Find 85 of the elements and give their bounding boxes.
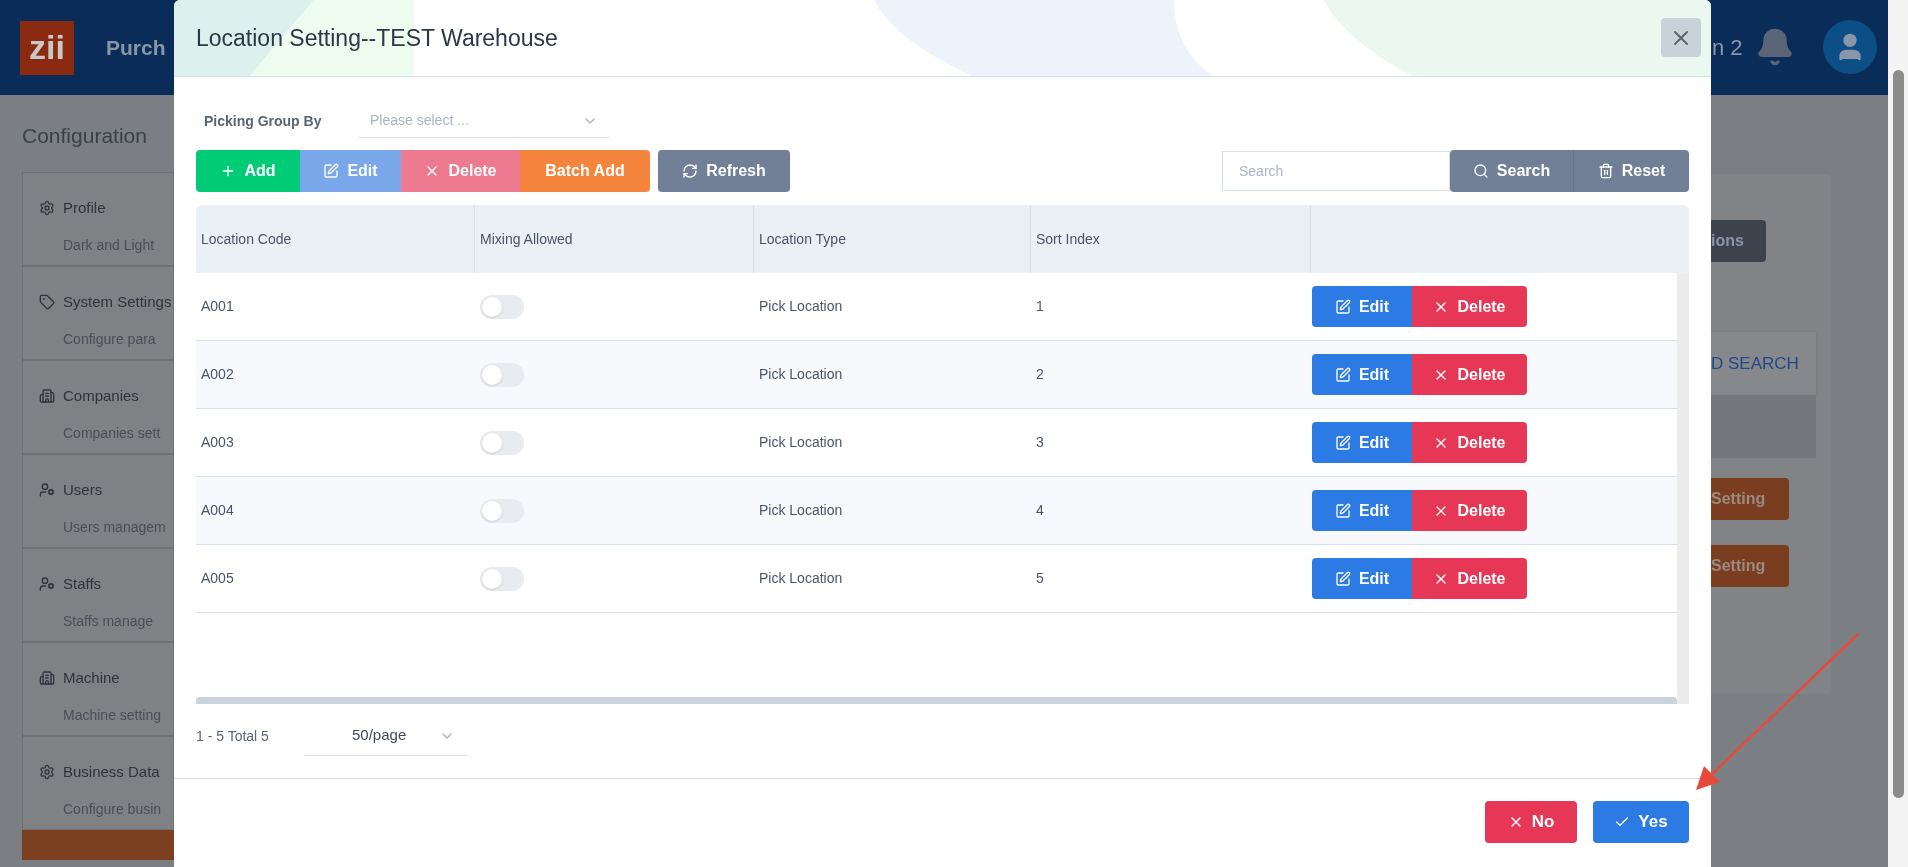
row-edit-button[interactable]: Edit [1312, 354, 1412, 395]
table-cell-text: Pick Location [759, 501, 843, 520]
scrollbar[interactable] [1888, 0, 1908, 867]
tag-icon [39, 293, 55, 310]
user-icon [39, 481, 55, 498]
dialog-title: Location Setting--TEST Warehouse [196, 23, 558, 53]
header-text: n 2 [1712, 33, 1743, 62]
vertical-scrollbar[interactable] [1677, 273, 1689, 704]
row-delete-button[interactable]: Delete [1412, 558, 1527, 599]
card-title: Staffs [63, 573, 102, 594]
options-button[interactable]: ions [1711, 220, 1766, 262]
setting-button[interactable]: Setting [1711, 478, 1789, 520]
row-delete-button[interactable]: Delete [1412, 490, 1527, 531]
pagination-summary: 1 - 5 Total 5 [196, 726, 270, 746]
refresh-icon [682, 163, 699, 179]
table-cell-text: A003 [201, 433, 234, 452]
table-cell-text: A004 [201, 501, 234, 520]
edit-icon [1334, 434, 1351, 451]
toggle-switch[interactable] [480, 294, 524, 319]
toolbar-button[interactable]: Delete [401, 150, 520, 192]
building-icon [39, 387, 55, 404]
card-title: Companies [63, 385, 139, 406]
select-field[interactable]: Please select ... [358, 104, 610, 138]
toggle-switch[interactable] [480, 362, 524, 387]
edit-icon [1334, 502, 1351, 519]
yes-button[interactable]: Yes [1593, 801, 1689, 843]
table-cell-text: Pick Location [759, 365, 843, 384]
gear-icon [39, 763, 55, 780]
column-header: Mixing Allowed [480, 229, 573, 249]
table-cell-text: Pick Location [759, 433, 843, 452]
page-heading: Configuration [22, 123, 148, 149]
sidebar-card[interactable] [22, 829, 174, 860]
row-edit-button[interactable]: Edit [1312, 286, 1412, 327]
row-edit-button[interactable]: Edit [1312, 490, 1412, 531]
search-field[interactable]: Search [1222, 151, 1450, 191]
table-cell-text: A001 [201, 297, 234, 316]
edit-icon [1334, 570, 1351, 587]
table-cell-text: 2 [1036, 365, 1044, 384]
horizontal-scrollbar[interactable] [196, 697, 1677, 704]
card-title: Profile [63, 197, 106, 218]
user-icon [39, 575, 55, 592]
toolbar-button[interactable]: Batch Add [520, 150, 650, 192]
app-title: Purch [106, 34, 166, 61]
row-edit-button[interactable]: Edit [1312, 558, 1412, 599]
brand-logo: zii [20, 20, 74, 75]
toolbar-button[interactable]: Edit [300, 150, 401, 192]
edit-icon [1334, 298, 1351, 315]
toggle-switch[interactable] [480, 566, 524, 591]
table-cell-text: 4 [1036, 501, 1044, 520]
gear-icon [39, 199, 55, 216]
column-header: Sort Index [1036, 229, 1100, 249]
table-cell-text: Pick Location [759, 297, 843, 316]
toggle-switch[interactable] [480, 498, 524, 523]
column-header: Location Code [201, 229, 292, 249]
no-button[interactable]: No [1485, 801, 1577, 843]
card-title: Users [63, 479, 103, 500]
building-icon [39, 669, 55, 686]
search-button[interactable]: Search [1450, 150, 1573, 192]
column-header: Location Type [759, 229, 846, 249]
edit-icon [323, 163, 340, 179]
row-delete-button[interactable]: Delete [1412, 286, 1527, 327]
edit-icon [1334, 366, 1351, 383]
toolbar-button[interactable]: Refresh [658, 150, 790, 192]
card-title: System Settings [63, 291, 172, 312]
table-cell-text: 1 [1036, 297, 1044, 316]
search-icon [1472, 163, 1489, 179]
setting-button[interactable]: Setting [1711, 545, 1789, 587]
card-title: Business Data [63, 761, 160, 782]
field-label: Picking Group By [203, 111, 323, 131]
trash-icon [1597, 163, 1614, 179]
row-delete-button[interactable]: Delete [1412, 422, 1527, 463]
table-cell-text: 3 [1036, 433, 1044, 452]
table-cell-text: 5 [1036, 569, 1044, 588]
page-size-select[interactable]: 50/page [304, 716, 467, 756]
row-edit-button[interactable]: Edit [1312, 422, 1412, 463]
toggle-switch[interactable] [480, 430, 524, 455]
card-title: Machine [63, 667, 120, 688]
table-cell-text: Pick Location [759, 569, 843, 588]
reset-button[interactable]: Reset [1573, 150, 1689, 192]
search-tab[interactable]: D SEARCH [1711, 332, 1816, 395]
table-cell-text: A002 [201, 365, 234, 384]
table-cell-text: A005 [201, 569, 234, 588]
row-delete-button[interactable]: Delete [1412, 354, 1527, 395]
close-button[interactable] [1661, 18, 1701, 57]
toolbar-button[interactable]: Add [196, 150, 300, 192]
